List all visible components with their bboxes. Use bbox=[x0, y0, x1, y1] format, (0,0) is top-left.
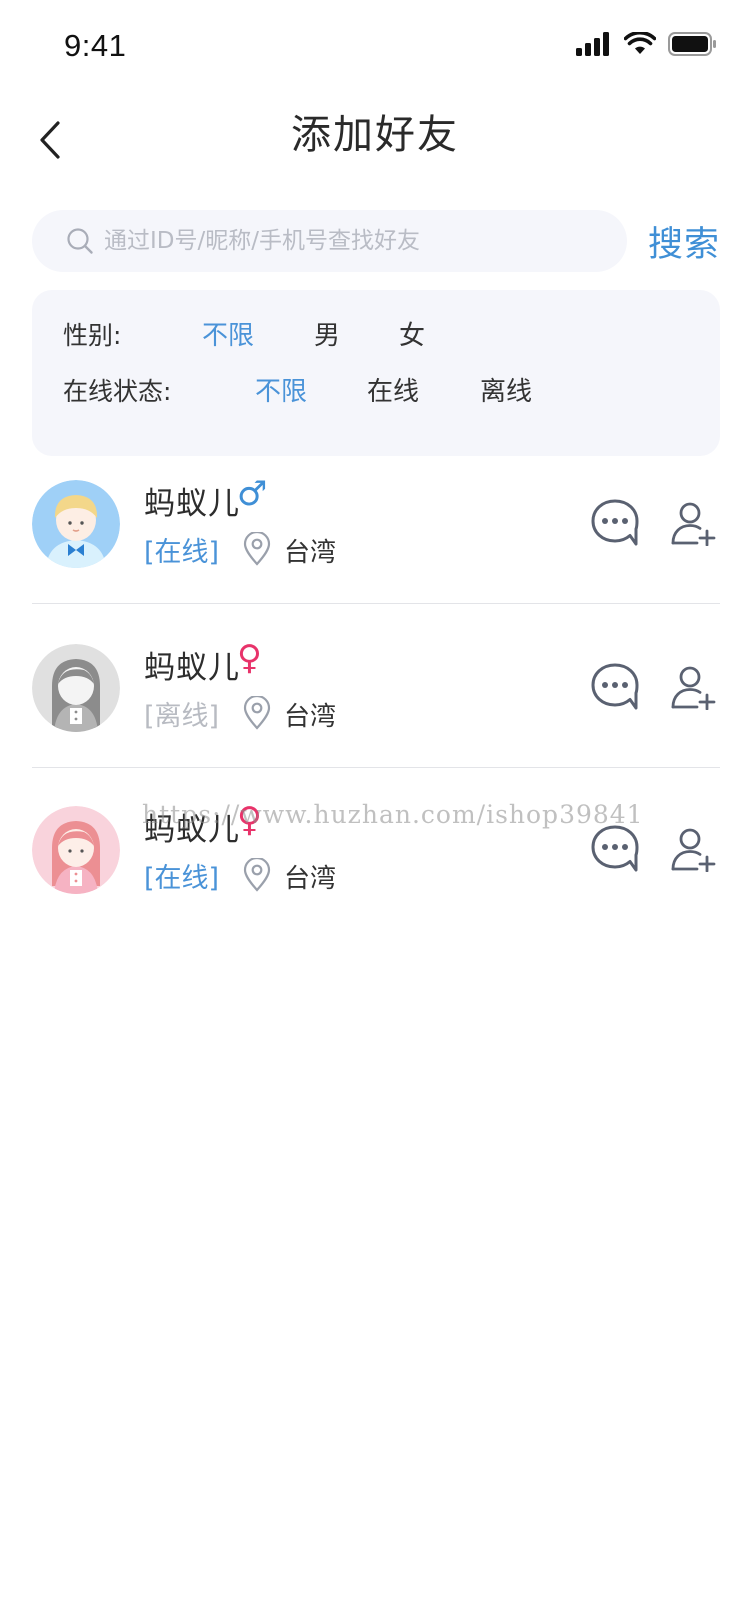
chat-bubble-icon[interactable] bbox=[590, 824, 640, 874]
divider bbox=[32, 767, 720, 768]
chat-bubble-icon[interactable] bbox=[590, 498, 640, 548]
cellular-signal-icon bbox=[576, 32, 609, 56]
user-name: 蚂蚁儿 bbox=[144, 486, 240, 522]
status-option-offline[interactable]: 离线 bbox=[480, 371, 532, 408]
page-title: 添加好友 bbox=[291, 112, 459, 158]
gender-option-male[interactable]: 男 bbox=[314, 315, 340, 352]
search-button[interactable]: 搜索 bbox=[648, 216, 720, 267]
nav-bar: 添加好友 bbox=[0, 92, 750, 188]
gender-option-any[interactable]: 不限 bbox=[202, 315, 254, 352]
female-icon: ♀ bbox=[237, 638, 262, 678]
add-friend-icon[interactable] bbox=[670, 826, 716, 872]
list-item[interactable]: 蚂蚁儿 ♂ [在线] 台湾 bbox=[0, 456, 750, 626]
add-friend-icon[interactable] bbox=[670, 664, 716, 710]
location-pin-icon bbox=[243, 696, 271, 730]
battery-icon bbox=[668, 32, 716, 56]
avatar bbox=[32, 806, 120, 894]
add-friend-icon[interactable] bbox=[670, 500, 716, 546]
user-name: 蚂蚁儿 bbox=[144, 650, 240, 686]
status-bar: 9:41 bbox=[0, 0, 750, 92]
divider bbox=[32, 603, 720, 604]
status-time: 9:41 bbox=[64, 28, 127, 63]
pink-girl-avatar-icon bbox=[32, 806, 120, 894]
avatar bbox=[32, 480, 120, 568]
grey-girl-avatar-icon bbox=[32, 644, 120, 732]
search-icon bbox=[67, 228, 93, 254]
filter-panel: 性别: 不限 男 女 在线状态: 不限 在线 离线 bbox=[32, 290, 720, 456]
location-text: 台湾 bbox=[284, 864, 337, 894]
search-box bbox=[32, 210, 627, 272]
location-text: 台湾 bbox=[284, 702, 337, 732]
search-row: 搜索 bbox=[32, 210, 720, 272]
status-icons bbox=[576, 32, 716, 56]
avatar bbox=[32, 644, 120, 732]
search-input[interactable] bbox=[104, 228, 574, 254]
status-text: [离线] bbox=[144, 701, 220, 732]
watermark: https://www.huzhan.com/ishop39841 bbox=[142, 800, 644, 829]
list-item[interactable]: 蚂蚁儿 ♀ [离线] 台湾 bbox=[0, 620, 750, 790]
gender-option-female[interactable]: 女 bbox=[399, 315, 425, 352]
status-option-online[interactable]: 在线 bbox=[367, 371, 419, 408]
wifi-icon bbox=[624, 32, 656, 54]
status-filter-label: 在线状态: bbox=[63, 377, 172, 406]
location-pin-icon bbox=[243, 858, 271, 892]
status-text: [在线] bbox=[144, 537, 220, 568]
location-text: 台湾 bbox=[284, 538, 337, 568]
status-option-any[interactable]: 不限 bbox=[255, 371, 307, 408]
boy-avatar-icon bbox=[32, 480, 120, 568]
gender-filter-label: 性别: bbox=[63, 321, 122, 350]
chat-bubble-icon[interactable] bbox=[590, 662, 640, 712]
status-text: [在线] bbox=[144, 863, 220, 894]
male-icon: ♂ bbox=[237, 474, 268, 514]
location-pin-icon bbox=[243, 532, 271, 566]
